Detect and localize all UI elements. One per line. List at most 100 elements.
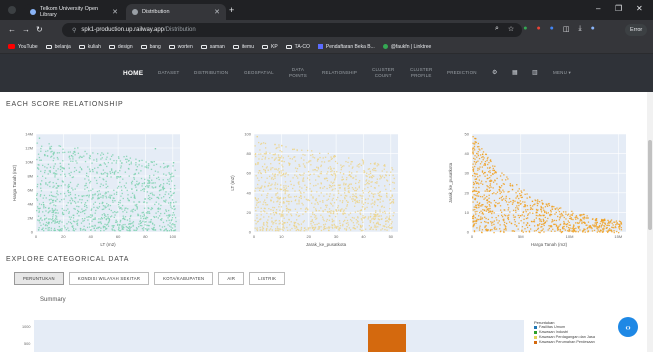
extensions-puzzle-icon[interactable]: ◫ — [563, 25, 570, 33]
data-point — [173, 214, 175, 216]
data-point — [618, 223, 621, 226]
tab-search-icon[interactable] — [8, 6, 16, 14]
nav-dataset[interactable]: DATASET — [158, 70, 180, 76]
bookmark-item[interactable]: itemu — [232, 44, 254, 50]
code-toggle-button[interactable]: ‹› — [618, 317, 638, 337]
tab-kondisi-wilayah[interactable]: KONDISI WILAYAH SEKITAR — [68, 272, 150, 285]
close-window-button[interactable]: ✕ — [636, 4, 643, 13]
bookmark-item[interactable]: Pendaftaran Beka B... — [317, 44, 375, 50]
nav-menu[interactable]: MENU ▾ — [553, 70, 571, 76]
data-point — [478, 145, 480, 148]
extension-icon[interactable]: ● — [536, 25, 540, 33]
data-point — [354, 228, 357, 230]
bookmark-item[interactable]: KP — [262, 44, 278, 50]
close-tab-icon[interactable]: ✕ — [112, 8, 118, 16]
nav-cluster-profile[interactable]: CLUSTER PROFILE — [410, 67, 432, 79]
bookmark-item[interactable]: worten — [168, 44, 193, 50]
data-point — [479, 154, 482, 156]
forward-arrow-icon[interactable]: → — [22, 25, 30, 34]
download-icon[interactable]: ⤓ — [579, 25, 582, 33]
data-point — [263, 216, 265, 218]
extension-icon[interactable]: ● — [523, 25, 527, 33]
nav-relationship[interactable]: RELATIONSHIP — [322, 70, 357, 76]
nav-data-points[interactable]: DATA POINTS — [289, 67, 307, 79]
browser-tab-openlibrary[interactable]: Telkom University Open Library ✕ — [24, 4, 124, 20]
tab-air[interactable]: AIR — [218, 272, 245, 285]
data-point — [360, 195, 362, 197]
bookmark-item[interactable]: kuliah — [78, 44, 101, 50]
legend-item[interactable]: Kawasan Perumahan Perdesaan — [534, 340, 595, 345]
data-point — [130, 181, 133, 184]
data-point — [325, 206, 328, 208]
table-icon[interactable]: ▥ — [532, 69, 538, 76]
data-point — [58, 152, 60, 154]
data-point — [154, 203, 156, 206]
settings-icon[interactable]: ⚙ — [492, 69, 497, 76]
new-tab-button[interactable]: + — [229, 5, 234, 15]
data-point — [588, 225, 590, 227]
data-point — [348, 174, 350, 177]
maximize-button[interactable]: ❐ — [615, 4, 622, 13]
data-point — [375, 225, 377, 228]
data-point — [340, 167, 343, 169]
reload-icon[interactable]: ↻ — [36, 25, 43, 34]
data-point — [384, 210, 386, 213]
tab-peruntukan[interactable]: PERUNTUKAN — [14, 272, 64, 285]
data-point — [305, 207, 308, 209]
data-point — [294, 208, 297, 210]
data-point — [526, 217, 529, 219]
browser-tab-distribution[interactable]: Distribution ✕ — [126, 4, 226, 20]
data-point — [74, 208, 76, 210]
folder-icon — [78, 44, 85, 49]
data-point — [479, 218, 482, 220]
data-point — [153, 194, 155, 196]
data-point — [356, 171, 358, 173]
bookmark-item[interactable]: bang — [140, 43, 161, 50]
tab-kota-kabupaten[interactable]: KOTA/KABUPATEN — [154, 272, 214, 285]
data-point — [36, 194, 38, 196]
data-point — [173, 208, 175, 211]
nav-prediction[interactable]: PREDICTION — [447, 70, 477, 76]
scrollbar-thumb[interactable] — [648, 140, 652, 230]
data-point — [336, 171, 338, 173]
data-point — [52, 201, 54, 204]
zoom-icon[interactable]: ⌕ — [495, 25, 499, 33]
profile-avatar-icon[interactable]: ● — [591, 25, 595, 33]
bookmark-label: bang — [149, 43, 161, 50]
bookmark-star-icon[interactable]: ☆ — [508, 25, 514, 33]
nav-distribution[interactable]: DISTRIBUTION — [194, 70, 228, 76]
data-point — [47, 150, 49, 152]
bookmark-item[interactable]: YouTube — [8, 44, 38, 50]
extension-icon[interactable]: ● — [550, 25, 554, 33]
nav-cluster-count[interactable]: CLUSTER COUNT — [372, 67, 394, 79]
url-field[interactable]: ⚲ spk1-production.up.railway.app/Distrib… — [62, 23, 522, 37]
data-point — [344, 228, 346, 230]
data-point — [133, 197, 136, 199]
data-point — [84, 160, 87, 163]
data-point — [381, 228, 384, 230]
nav-geospatial[interactable]: GEOSPATIAL — [244, 70, 274, 76]
bookmark-item[interactable]: @faukfn | Linktree — [382, 44, 431, 50]
tab-listrik[interactable]: LISTRIK — [249, 272, 286, 285]
data-point — [148, 224, 150, 227]
data-point — [380, 215, 382, 217]
data-point — [280, 213, 283, 215]
bookmark-item[interactable]: TA-CO — [285, 44, 310, 50]
data-point — [473, 145, 476, 148]
bookmark-item[interactable]: design — [108, 44, 133, 50]
grid-icon[interactable]: ▦ — [512, 69, 518, 76]
back-arrow-icon[interactable]: ← — [8, 25, 16, 34]
data-point — [53, 185, 55, 187]
close-tab-icon[interactable]: ✕ — [214, 8, 220, 16]
bookmark-item[interactable]: belanja — [45, 44, 71, 50]
data-point — [91, 169, 94, 171]
nav-home[interactable]: HOME — [123, 70, 143, 77]
bookmark-item[interactable]: saman — [200, 44, 225, 50]
data-point — [603, 227, 605, 229]
site-info-icon[interactable]: ⚲ — [72, 27, 76, 34]
data-point — [268, 175, 271, 178]
profile-error-button[interactable]: Error — [625, 24, 648, 36]
data-point — [131, 183, 133, 185]
minimize-button[interactable]: – — [596, 4, 600, 13]
data-point — [323, 219, 325, 222]
